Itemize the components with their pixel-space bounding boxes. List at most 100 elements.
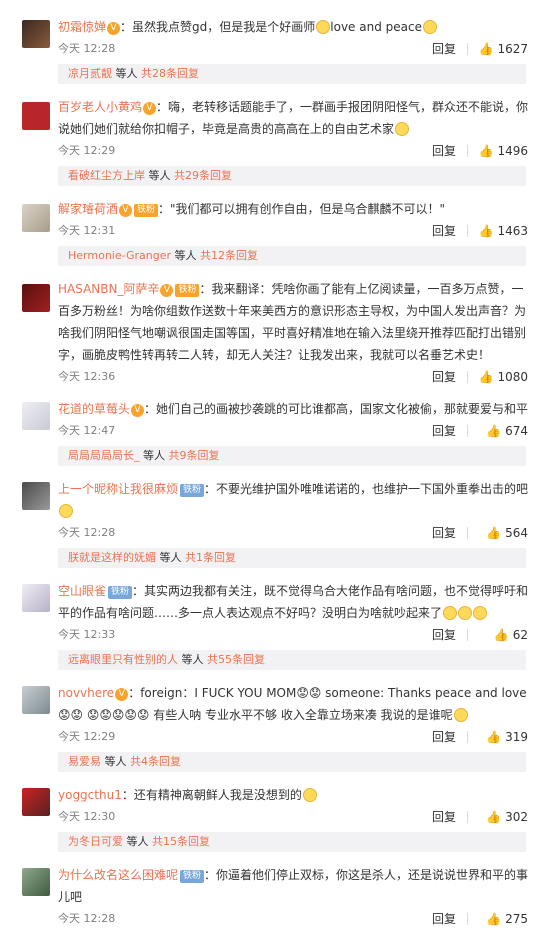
comment-meta: 今天 12:36 回复 👍 1080 [58,366,534,388]
sub-reply-user[interactable]: 凉月贰靓 [68,67,112,80]
comment-item: 花道的草莓头 V ：她们自己的画被抄袭跳的可比谁都高，国家文化被偷，那就要爱与和平 … [0,388,542,466]
comment-username[interactable]: novvhere [58,686,114,700]
comment-text: yoggcthu1：还有精神离朝鲜人我是没想到的 [58,784,534,806]
comment-item: 空山眼雀 铁粉 ：其实两边我都有关注，既不觉得乌合大佬作品有啥问题，也不觉得呼吁和平… [0,568,542,670]
sub-reply-user[interactable]: 为冬日可爱 [68,835,123,848]
sub-reply-label: 等人 [143,449,165,462]
comment-time: 今天 12:29 [58,730,116,743]
fan-badge: 铁粉 [175,284,200,297]
reply-button[interactable]: 回复 [432,908,456,930]
reply-button[interactable]: 回复 [432,420,456,442]
sub-reply-label: 等人 [104,755,127,768]
avatar[interactable] [22,204,50,232]
comment-meta: 今天 12:28 回复 👍 1627 [58,38,534,60]
divider [467,43,468,55]
comment-username[interactable]: HASANBN_阿萨辛 [58,282,159,296]
comment-username[interactable]: 解家璿荷酒 [58,202,118,216]
like-count: 674 [505,424,528,438]
thumb-up-icon: 👍 [486,810,502,824]
sub-reply-count[interactable]: 共29条回复 [174,169,232,182]
vip-badge-icon: V [107,22,121,35]
thumb-up-icon: 👍 [486,730,502,744]
reply-button[interactable]: 回复 [432,624,456,646]
like-button[interactable]: 👍 302 [486,806,528,828]
sub-reply-count[interactable]: 共9条回复 [169,449,220,462]
like-count: 319 [505,730,528,744]
sub-reply-user[interactable]: 易爱易 [68,755,101,768]
sub-reply-count[interactable]: 共4条回复 [130,755,181,768]
sub-reply-bar[interactable]: 远离眼里只有性别的人 等人 共55条回复 [58,650,526,670]
sub-reply-bar[interactable]: 看破红尘方上岸 等人 共29条回复 [58,166,526,186]
sub-reply-user[interactable]: 看破红尘方上岸 [68,169,145,182]
avatar[interactable] [22,102,50,130]
comment-time: 今天 12:36 [58,370,116,383]
avatar[interactable] [22,482,50,510]
sub-reply-count[interactable]: 共15条回复 [152,835,210,848]
comment-time: 今天 12:31 [58,224,116,237]
comment-username[interactable]: 空山眼雀 [58,584,106,598]
thumb-up-icon: 👍 [478,144,494,158]
comment-body: ：不要光维护国外唯唯诺诺的，也维护一下国外重拳出击的吧 [204,482,529,496]
avatar[interactable] [22,20,50,48]
like-button[interactable]: 👍 1496 [479,140,529,162]
sub-reply-count[interactable]: 共28条回复 [141,67,199,80]
reply-button[interactable]: 回复 [432,522,456,544]
avatar[interactable] [22,584,50,612]
comment-text: 为什么改名这么困难呢 铁粉 ：你逼着他们停止双标，你这是杀人，还是说说世界和平的事儿… [58,864,534,908]
comment-username[interactable]: yoggcthu1 [58,788,122,802]
fan-badge: 铁粉 [134,204,159,217]
comment-text: 百岁老人小黄鸡 V ：嗨，老转移话题能手了，一群画手报团阴阳怪气，群众还不能说，你说… [58,96,534,140]
sub-reply-user[interactable]: 朕就是这样的妩媚 [68,551,156,564]
comment-body-tail: love and peace [330,20,422,34]
sub-reply-count[interactable]: 共12条回复 [200,249,258,262]
reply-button[interactable]: 回复 [432,726,456,748]
comment-time: 今天 12:28 [58,912,116,925]
emoji-icon [473,606,488,620]
sub-reply-user[interactable]: 远离眼里只有性别的人 [68,653,178,666]
like-count: 1627 [497,42,528,56]
sub-reply-user[interactable]: Hermonie-Granger [68,249,171,262]
like-button[interactable]: 👍 319 [486,726,528,748]
like-button[interactable]: 👍 275 [486,908,528,930]
reply-button[interactable]: 回复 [432,366,456,388]
comment-time: 今天 12:30 [58,810,116,823]
reply-button[interactable]: 回复 [432,140,456,162]
sub-reply-bar[interactable]: 为冬日可爱 等人 共15条回复 [58,832,526,852]
sub-reply-bar[interactable]: 局局局局局长_ 等人 共9条回复 [58,446,526,466]
fan-badge: 铁粉 [108,586,133,599]
comment-username[interactable]: 花道的草莓头 [58,402,130,416]
comment-meta: 今天 12:47 回复 👍 674 [58,420,534,442]
like-button[interactable]: 👍 1463 [479,220,529,242]
reply-button[interactable]: 回复 [432,38,456,60]
sub-reply-bar[interactable]: 凉月贰靓 等人 共28条回复 [58,64,526,84]
comment-username[interactable]: 初霜惊婵 [58,20,106,34]
avatar[interactable] [22,868,50,896]
comment-username[interactable]: 百岁老人小黄鸡 [58,100,142,114]
avatar[interactable] [22,402,50,430]
sub-reply-user[interactable]: 局局局局局长_ [68,449,140,462]
avatar[interactable] [22,788,50,816]
sub-reply-bar[interactable]: Hermonie-Granger 等人 共12条回复 [58,246,526,266]
sub-reply-label: 等人 [181,653,204,666]
comment-meta: 今天 12:28 回复 👍 275 [58,908,534,930]
thumb-up-icon: 👍 [478,42,494,56]
sub-reply-bar[interactable]: 易爱易 等人 共4条回复 [58,752,526,772]
avatar[interactable] [22,686,50,714]
like-button[interactable]: 👍 1080 [479,366,529,388]
comment-meta: 今天 12:33 回复 👍 62 [58,624,534,646]
divider [467,731,468,743]
like-button[interactable]: 👍 564 [486,522,528,544]
comment-username[interactable]: 上一个昵称让我很麻烦 [58,482,178,496]
reply-button[interactable]: 回复 [432,220,456,242]
sub-reply-count[interactable]: 共55条回复 [207,653,265,666]
comment-username[interactable]: 为什么改名这么困难呢 [58,868,178,882]
like-button[interactable]: 👍 62 [494,624,528,646]
like-button[interactable]: 👍 1627 [479,38,529,60]
vip-badge-icon: V [119,204,133,217]
divider [467,425,468,437]
sub-reply-bar[interactable]: 朕就是这样的妩媚 等人 共1条回复 [58,548,526,568]
sub-reply-count[interactable]: 共1条回复 [185,551,236,564]
avatar[interactable] [22,284,50,312]
reply-button[interactable]: 回复 [432,806,456,828]
like-button[interactable]: 👍 674 [486,420,528,442]
